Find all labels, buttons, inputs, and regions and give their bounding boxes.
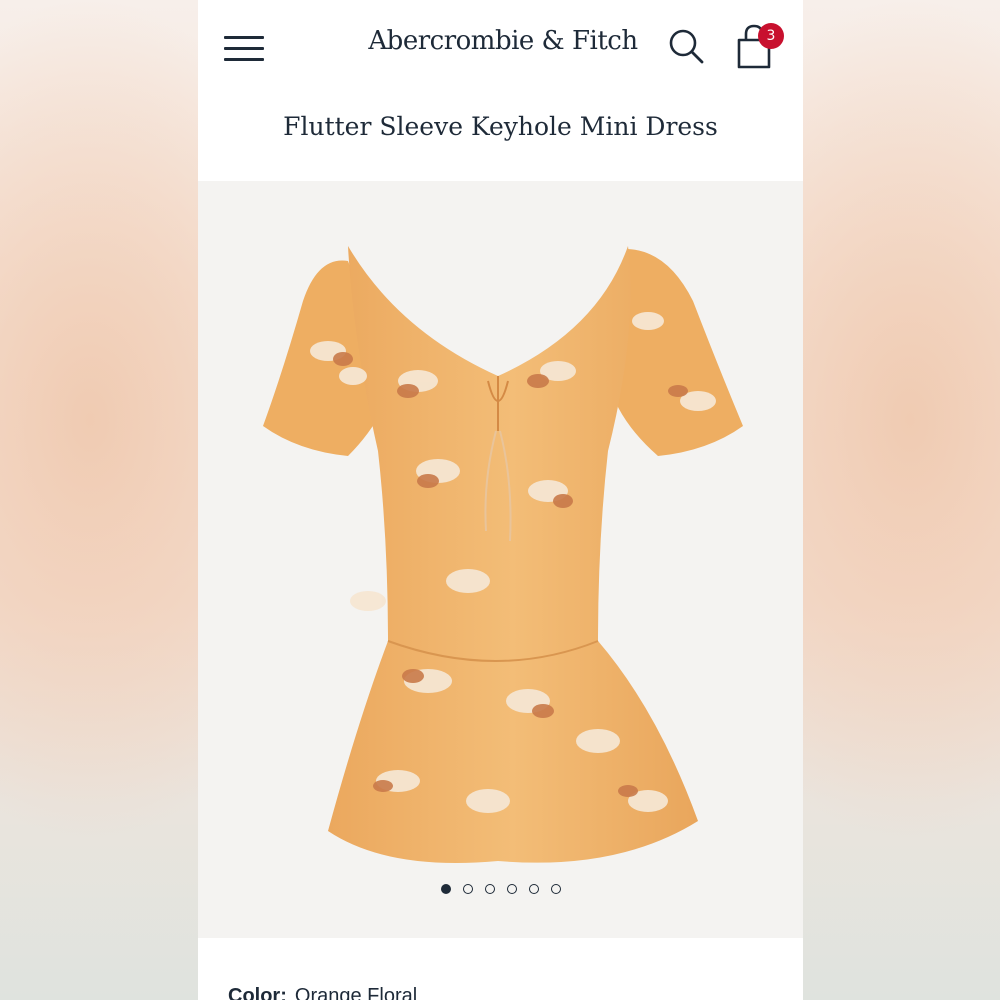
carousel-dot[interactable]	[550, 884, 561, 894]
cart-count-badge: 3	[758, 23, 784, 49]
carousel-dot[interactable]	[440, 884, 451, 894]
product-title: Flutter Sleeve Keyhole Mini Dress	[283, 112, 718, 141]
color-value: Orange Floral	[294, 985, 418, 1000]
mobile-page: Abercrombie & Fitch 3 Flutter Sleeve Key…	[198, 0, 803, 1000]
site-header: Abercrombie & Fitch 3	[198, 0, 803, 95]
color-label: Color:	[228, 985, 287, 1000]
carousel-dot[interactable]	[528, 884, 539, 894]
carousel-dot[interactable]	[462, 884, 473, 894]
carousel-dot[interactable]	[506, 884, 517, 894]
search-icon	[669, 29, 704, 64]
carousel-dot[interactable]	[484, 884, 495, 894]
shopping-bag-button[interactable]: 3	[732, 20, 792, 72]
hamburger-line	[224, 47, 264, 50]
menu-button[interactable]	[222, 30, 266, 64]
search-button[interactable]	[666, 26, 708, 68]
brand-logo[interactable]: Abercrombie & Fitch	[358, 26, 648, 56]
color-selection: Color: Orange Floral	[228, 985, 788, 1000]
product-image-carousel[interactable]	[198, 181, 803, 938]
hamburger-line	[224, 58, 264, 61]
hamburger-menu-icon	[224, 36, 264, 39]
carousel-pagination	[198, 884, 803, 900]
product-image	[263, 246, 743, 863]
